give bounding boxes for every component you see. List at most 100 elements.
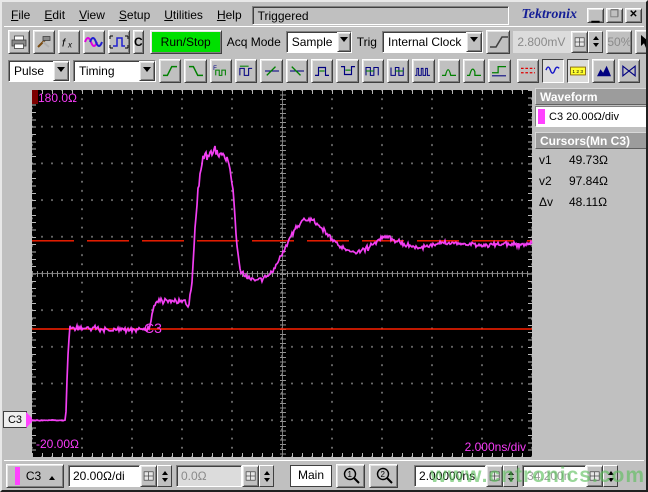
magnifier-1-icon: 1 — [343, 467, 360, 484]
main-toolbar: fx C Run/Stop Acq Mode Sample Trig Inter… — [4, 26, 646, 56]
trigger-slope-button[interactable] — [486, 29, 511, 54]
timebase-field[interactable]: 2.00000ns — [414, 465, 487, 487]
channel-color-stripe — [14, 467, 20, 485]
measure-group-select[interactable]: Timing — [72, 60, 157, 82]
clear-button[interactable]: C — [133, 29, 144, 54]
tools-button[interactable] — [33, 29, 55, 54]
timebase-stepper[interactable] — [503, 465, 519, 487]
histogram-button[interactable] — [592, 59, 615, 83]
trigger-source-select[interactable]: Internal Clock — [381, 30, 484, 53]
vertical-offset-spinner: 0.0Ω — [176, 465, 274, 487]
delay-button[interactable] — [488, 59, 511, 83]
measure-group-value: Timing — [78, 64, 115, 78]
burst-width-button[interactable] — [412, 59, 435, 83]
keypad-button[interactable] — [486, 465, 504, 487]
run-stop-button[interactable]: Run/Stop — [149, 29, 222, 54]
trigger-level-field[interactable]: 2.800mV — [513, 30, 572, 53]
menu-edit[interactable]: Edit — [37, 5, 72, 25]
channel-select-button[interactable]: C3 — [6, 464, 64, 488]
close-button[interactable]: ✕ — [625, 7, 642, 23]
positive-overshoot-button[interactable] — [437, 59, 460, 83]
trigger-status-readout: Triggered — [251, 5, 509, 25]
period-icon — [237, 64, 255, 78]
negative-overshoot-button[interactable] — [462, 59, 486, 83]
trigger-source-value: Internal Clock — [387, 34, 462, 49]
rise-time-button[interactable] — [159, 59, 182, 83]
chevron-down-icon[interactable] — [139, 61, 156, 81]
histogram-icon — [595, 64, 613, 78]
keypad-icon — [488, 469, 502, 483]
svg-text:x: x — [67, 40, 73, 49]
fall-time-icon — [187, 64, 205, 78]
measure-readout-icon: 1 2 3 — [569, 64, 587, 78]
measure-category-select[interactable]: Pulse — [8, 60, 70, 82]
positive-overshoot-icon — [440, 64, 458, 78]
restore-button[interactable]: ❐ — [606, 7, 623, 23]
menu-file[interactable]: File — [4, 5, 37, 25]
frequency-button[interactable]: F — [209, 59, 233, 83]
measure-category-value: Pulse — [14, 64, 45, 78]
tektronix-logo: Tektronix — [521, 7, 578, 22]
measurement-toolbar: Pulse Timing F 1 2 3 — [4, 56, 644, 86]
keypad-button[interactable] — [571, 30, 589, 53]
waveform-graticule[interactable]: 180.0Ω -20.00Ω 2.000ns/div C3 — [31, 90, 533, 457]
negative-width-button[interactable] — [336, 59, 359, 83]
positive-duty-button[interactable] — [361, 59, 384, 83]
pulse-select-icon — [109, 34, 129, 50]
positive-width-button[interactable] — [311, 59, 334, 83]
keypad-icon — [244, 469, 258, 483]
negative-cross-button[interactable] — [285, 59, 309, 83]
minimize-icon: ▁ — [591, 12, 600, 23]
menu-view[interactable]: View — [72, 5, 112, 25]
svg-text:2: 2 — [380, 470, 385, 479]
math-fx-button[interactable]: fx — [58, 29, 80, 54]
negative-duty-button[interactable] — [386, 59, 410, 83]
keypad-button[interactable] — [242, 465, 259, 487]
waveform-entry-label: C3 20.00Ω/div — [549, 110, 619, 123]
keypad-button[interactable] — [140, 465, 157, 487]
mask-icon — [620, 64, 638, 78]
chevron-down-icon[interactable] — [337, 31, 351, 52]
minimize-button[interactable]: ▁ — [587, 7, 604, 23]
mag2-zoom-button[interactable]: 2 — [369, 464, 399, 488]
menu-help[interactable]: Help — [210, 5, 249, 25]
vertical-offset-stepper[interactable] — [259, 465, 274, 487]
cursors-panel-header: Cursors(Mn C3) — [535, 132, 646, 149]
trigger-level-stepper[interactable] — [588, 30, 604, 53]
pulse-select-button[interactable] — [108, 29, 130, 54]
chevron-down-icon[interactable] — [52, 61, 69, 81]
drop-up-icon — [49, 473, 56, 480]
positive-cross-button[interactable] — [260, 59, 283, 83]
set-50-percent-button[interactable]: 50% — [606, 29, 633, 54]
waveform-database-button[interactable] — [83, 29, 105, 54]
menu-bar: File Edit View Setup Utilities Help Trig… — [4, 4, 644, 26]
cursor-dv-name: Δv — [539, 195, 554, 209]
mask-button[interactable] — [617, 59, 641, 83]
waveform-plot[interactable] — [31, 90, 533, 457]
svg-text:F: F — [213, 65, 217, 72]
measure-readout-button[interactable]: 1 2 3 — [567, 59, 590, 83]
cursor-row-v2: v2 97.84Ω — [535, 170, 646, 191]
channel-c3-marker-label: C3 — [3, 411, 27, 428]
keypad-button[interactable] — [586, 465, 604, 487]
menu-utilities[interactable]: Utilities — [157, 5, 210, 25]
menu-setup[interactable]: Setup — [112, 5, 157, 25]
mag1-zoom-button[interactable]: 1 — [336, 464, 366, 488]
vertical-scale-stepper[interactable] — [157, 465, 172, 487]
context-help-button[interactable]: ? — [635, 29, 646, 54]
acq-mode-label: Acq Mode — [226, 34, 281, 49]
waveform-display-button[interactable] — [541, 59, 565, 83]
cursors-button[interactable] — [516, 59, 539, 83]
period-button[interactable] — [235, 59, 258, 83]
fall-time-button[interactable] — [184, 59, 207, 83]
vertical-scale-field[interactable]: 20.00Ω/di — [68, 465, 140, 487]
print-button[interactable] — [8, 29, 30, 54]
printer-icon — [9, 34, 29, 50]
trig-label: Trig — [356, 34, 377, 49]
waveform-list-entry[interactable]: C3 20.00Ω/div — [535, 106, 646, 127]
c3-trace — [31, 145, 533, 422]
chevron-down-icon[interactable] — [466, 31, 483, 52]
acq-mode-select[interactable]: Sample — [285, 30, 352, 53]
cursor-v2-value: 97.84Ω — [569, 174, 608, 188]
horizontal-delay-stepper[interactable] — [603, 465, 619, 487]
